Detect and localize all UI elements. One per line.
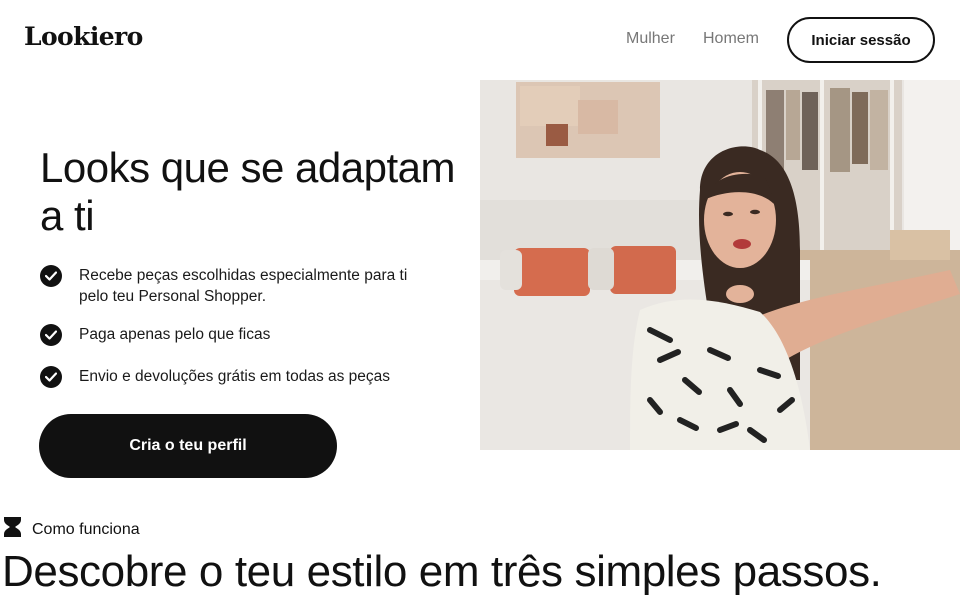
feature-text: Envio e devoluções grátis em todas as pe… <box>79 368 391 385</box>
nav-link-mulher[interactable]: Mulher <box>626 30 675 48</box>
lookiero-logo[interactable]: Lookiero <box>24 22 143 51</box>
check-circle-icon <box>40 366 62 388</box>
create-profile-button[interactable]: Cria o teu perfil <box>39 414 337 478</box>
site-header: Lookiero Mulher Homem Iniciar sessão <box>0 0 960 80</box>
check-circle-icon <box>40 265 62 287</box>
feature-text: Paga apenas pelo que ficas <box>79 326 271 343</box>
how-it-works-tag: Como funciona <box>3 516 140 543</box>
feature-item: Envio e devoluções grátis em todas as pe… <box>40 366 439 388</box>
hero-video-image <box>480 80 960 450</box>
feature-text: Recebe peças escolhidas especialmente pa… <box>79 267 408 305</box>
hero-illustration <box>480 80 960 450</box>
login-button[interactable]: Iniciar sessão <box>787 17 935 63</box>
hourglass-icon <box>3 516 22 543</box>
feature-item: Recebe peças escolhidas especialmente pa… <box>40 265 439 307</box>
how-it-works-label: Como funciona <box>32 520 140 538</box>
check-circle-icon <box>40 324 62 346</box>
nav-link-homem[interactable]: Homem <box>703 30 759 48</box>
feature-item: Paga apenas pelo que ficas <box>40 324 439 346</box>
hero-title: Looks que se adaptam a ti <box>40 144 455 239</box>
how-it-works-title: Descobre o teu estilo em três simples pa… <box>2 547 882 596</box>
